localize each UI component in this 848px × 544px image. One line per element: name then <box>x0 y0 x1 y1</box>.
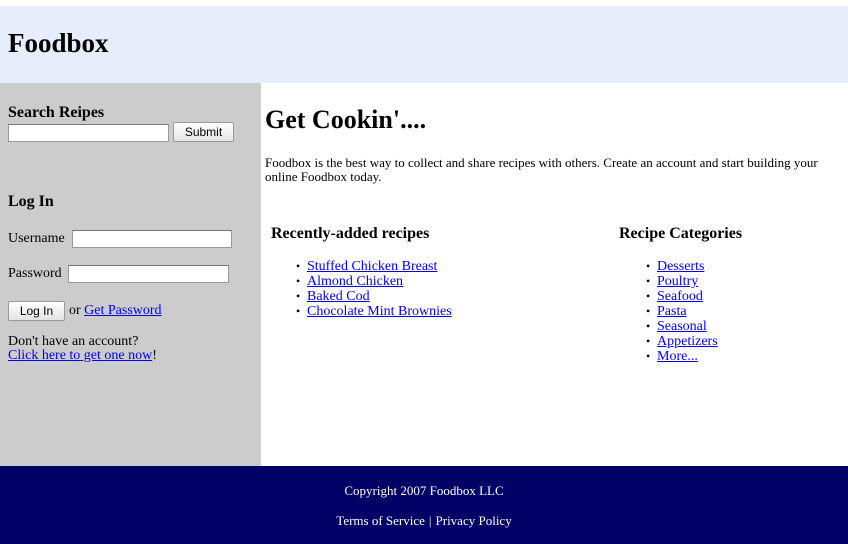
list-item: • Pasta <box>646 304 718 319</box>
bullet-icon: • <box>646 259 651 273</box>
list-item: • Seasonal <box>646 319 718 334</box>
recent-recipes-title: Recently-added recipes <box>271 225 430 242</box>
or-text: or <box>69 303 81 318</box>
list-item: • Almond Chicken <box>296 274 452 289</box>
bullet-icon: • <box>296 289 301 303</box>
list-item: • Poultry <box>646 274 718 289</box>
signup-suffix: ! <box>152 348 157 363</box>
category-link[interactable]: Appetizers <box>657 334 718 349</box>
list-item: • Seafood <box>646 289 718 304</box>
bullet-icon: • <box>296 274 301 288</box>
recent-recipes-list: • Stuffed Chicken Breast • Almond Chicken … <box>296 259 452 319</box>
password-input[interactable] <box>68 265 229 283</box>
search-input[interactable] <box>8 124 169 142</box>
signup-line: Click here to get one now! <box>8 348 157 364</box>
more-categories-link[interactable]: More... <box>657 349 698 364</box>
site-title[interactable]: Foodbox <box>8 28 109 59</box>
footer-links: Terms of Service | Privacy Policy <box>0 513 848 529</box>
page-heading: Get Cookin'.... <box>265 105 427 134</box>
category-link[interactable]: Poultry <box>657 274 698 289</box>
bullet-icon: • <box>296 304 301 318</box>
privacy-policy-link[interactable]: Privacy Policy <box>436 513 512 528</box>
intro-text: Foodbox is the best way to collect and s… <box>265 155 818 184</box>
category-link[interactable]: Desserts <box>657 259 704 274</box>
site-header: Foodbox <box>0 6 848 83</box>
terms-of-service-link[interactable]: Terms of Service <box>336 513 425 528</box>
bullet-icon: • <box>646 304 651 318</box>
login-title: Log In <box>8 193 54 210</box>
list-item: • Appetizers <box>646 334 718 349</box>
copyright-text: Copyright 2007 Foodbox LLC <box>344 483 504 498</box>
recipe-link[interactable]: Stuffed Chicken Breast <box>307 259 437 274</box>
bullet-icon: • <box>646 289 651 303</box>
recipe-categories-list: • Desserts • Poultry • Seafood • Pasta • Seas… <box>646 259 718 364</box>
search-title: Search Reipes <box>8 104 105 121</box>
recipe-link[interactable]: Almond Chicken <box>307 274 403 289</box>
category-link[interactable]: Seasonal <box>657 319 707 334</box>
list-item: • More... <box>646 349 718 364</box>
recipe-link[interactable]: Baked Cod <box>307 289 370 304</box>
get-password-link[interactable]: Get Password <box>84 303 161 318</box>
search-submit-button[interactable]: Submit <box>173 122 234 142</box>
list-item: • Stuffed Chicken Breast <box>296 259 452 274</box>
list-item: • Desserts <box>646 259 718 274</box>
recipe-categories-title: Recipe Categories <box>619 225 743 242</box>
list-item: • Chocolate Mint Brownies <box>296 304 452 319</box>
recipe-link[interactable]: Chocolate Mint Brownies <box>307 304 452 319</box>
bullet-icon: • <box>296 259 301 273</box>
bullet-icon: • <box>646 319 651 333</box>
footer-separator: | <box>428 513 432 528</box>
username-input[interactable] <box>72 230 232 248</box>
login-or-text: or Get Password <box>69 303 162 319</box>
main-content: Get Cookin'.... Foodbox is the best way … <box>261 83 848 466</box>
login-button[interactable]: Log In <box>8 301 65 321</box>
list-item: • Baked Cod <box>296 289 452 304</box>
bullet-icon: • <box>646 274 651 288</box>
bullet-icon: • <box>646 349 651 363</box>
sidebar: Search Reipes Submit Log In Username Pas… <box>0 83 261 466</box>
password-label: Password <box>8 266 62 281</box>
category-link[interactable]: Seafood <box>657 289 703 304</box>
category-link[interactable]: Pasta <box>657 304 687 319</box>
username-label: Username <box>8 231 65 246</box>
signup-link[interactable]: Click here to get one now <box>8 348 152 363</box>
bullet-icon: • <box>646 334 651 348</box>
site-footer: Copyright 2007 Foodbox LLC Terms of Serv… <box>0 466 848 544</box>
